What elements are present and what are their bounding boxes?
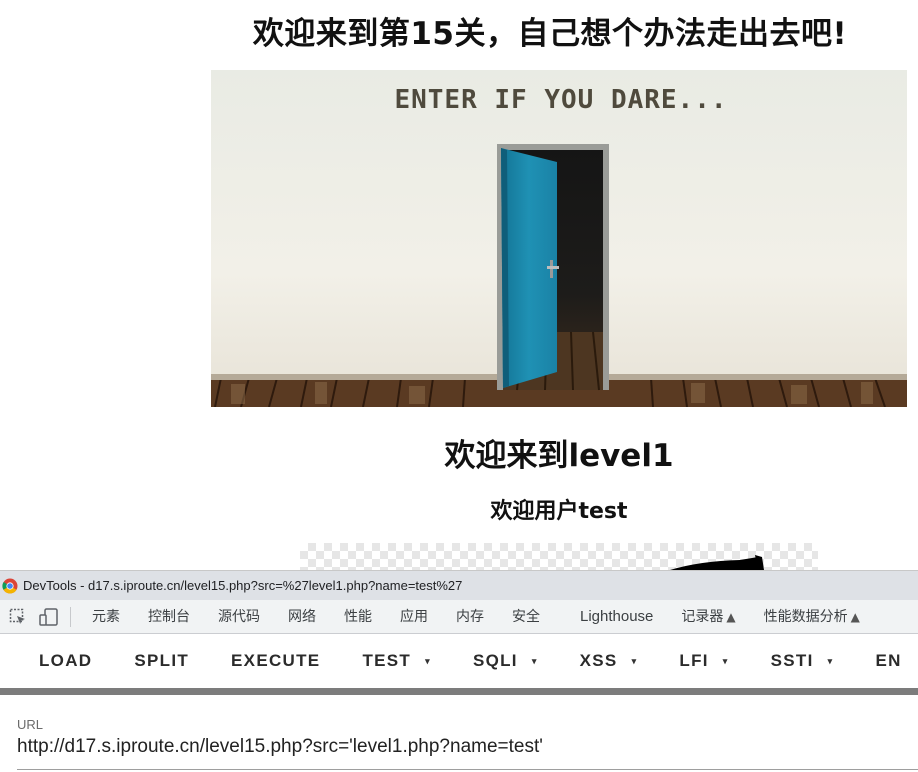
banner-text: ENTER IF YOU DARE...: [394, 85, 727, 115]
load-button[interactable]: LOAD: [0, 634, 113, 688]
caret-down-icon: ▾: [425, 656, 431, 666]
caret-down-icon: ▾: [531, 656, 538, 666]
flask-icon: ▲: [850, 609, 860, 624]
devtools-title-bar: DevTools - d17.s.iproute.cn/level15.php?…: [0, 570, 918, 600]
tab-network[interactable]: 网络: [274, 600, 330, 633]
tab-elements[interactable]: 元素: [81, 600, 134, 633]
tab-performance-insights-label: 性能数据分析: [763, 608, 848, 625]
tab-recorder-label: 记录器: [681, 608, 724, 625]
tab-application[interactable]: 应用: [386, 600, 442, 633]
xss-label: XSS: [579, 651, 618, 670]
user-greeting: 欢迎用户test: [490, 499, 628, 524]
execute-button[interactable]: EXECUTE: [210, 634, 341, 688]
tab-performance[interactable]: 性能: [330, 600, 386, 633]
hackbar-toolbar: LOAD SPLIT EXECUTE TEST ▾ SQLI ▾ XSS ▾ LFI ▾…: [0, 634, 918, 688]
encode-menu-button[interactable]: EN: [854, 634, 918, 688]
image-preview: [300, 543, 818, 570]
tab-performance-insights[interactable]: 性能数据分析 ▲: [750, 600, 874, 633]
web-page: 欢迎来到第15关，自己想个办法走出去吧! ENTER IF YOU DARE..…: [0, 0, 918, 570]
url-label: URL: [17, 717, 44, 732]
caret-down-icon: ▾: [722, 656, 729, 666]
tab-console[interactable]: 控制台: [134, 600, 204, 633]
tab-lighthouse[interactable]: Lighthouse: [554, 600, 667, 633]
lfi-menu-button[interactable]: LFI ▾: [658, 634, 749, 688]
tab-separator: [70, 606, 71, 627]
inspect-element-icon[interactable]: [5, 604, 31, 630]
tab-security[interactable]: 安全: [498, 600, 554, 633]
devtools-tab-strip: 元素 控制台 源代码 网络 性能 应用 内存 安全 Lighthouse 记录器…: [0, 600, 918, 634]
tab-sources[interactable]: 源代码: [204, 600, 274, 633]
url-underline: [17, 769, 918, 770]
sqli-menu-button[interactable]: SQLI ▾: [452, 634, 559, 688]
devtools-title: DevTools - d17.s.iproute.cn/level15.php?…: [23, 578, 463, 593]
split-button[interactable]: SPLIT: [113, 634, 210, 688]
caret-down-icon: ▾: [827, 656, 834, 666]
xss-menu-button[interactable]: XSS ▾: [559, 634, 659, 688]
ssti-label: SSTI: [770, 651, 814, 670]
url-field[interactable]: URL http://d17.s.iproute.cn/level15.php?…: [0, 695, 918, 772]
tab-recorder[interactable]: 记录器 ▲: [667, 600, 749, 633]
lfi-label: LFI: [679, 651, 709, 670]
toolbar-bottom-bar: [0, 688, 918, 695]
test-menu-button[interactable]: TEST ▾: [341, 634, 451, 688]
tab-memory[interactable]: 内存: [442, 600, 498, 633]
page-title: 欢迎来到第15关，自己想个办法走出去吧!: [252, 16, 848, 52]
chrome-icon: [2, 578, 18, 594]
caret-down-icon: ▾: [631, 656, 638, 666]
test-label: TEST: [362, 651, 412, 670]
device-toolbar-icon[interactable]: [36, 604, 62, 630]
banner-image: ENTER IF YOU DARE...: [211, 70, 907, 407]
ssti-menu-button[interactable]: SSTI ▾: [750, 634, 855, 688]
url-input[interactable]: http://d17.s.iproute.cn/level15.php?src=…: [17, 736, 543, 758]
flask-icon: ▲: [726, 609, 736, 624]
level-heading: 欢迎来到level1: [444, 438, 674, 474]
sqli-label: SQLI: [472, 651, 518, 670]
